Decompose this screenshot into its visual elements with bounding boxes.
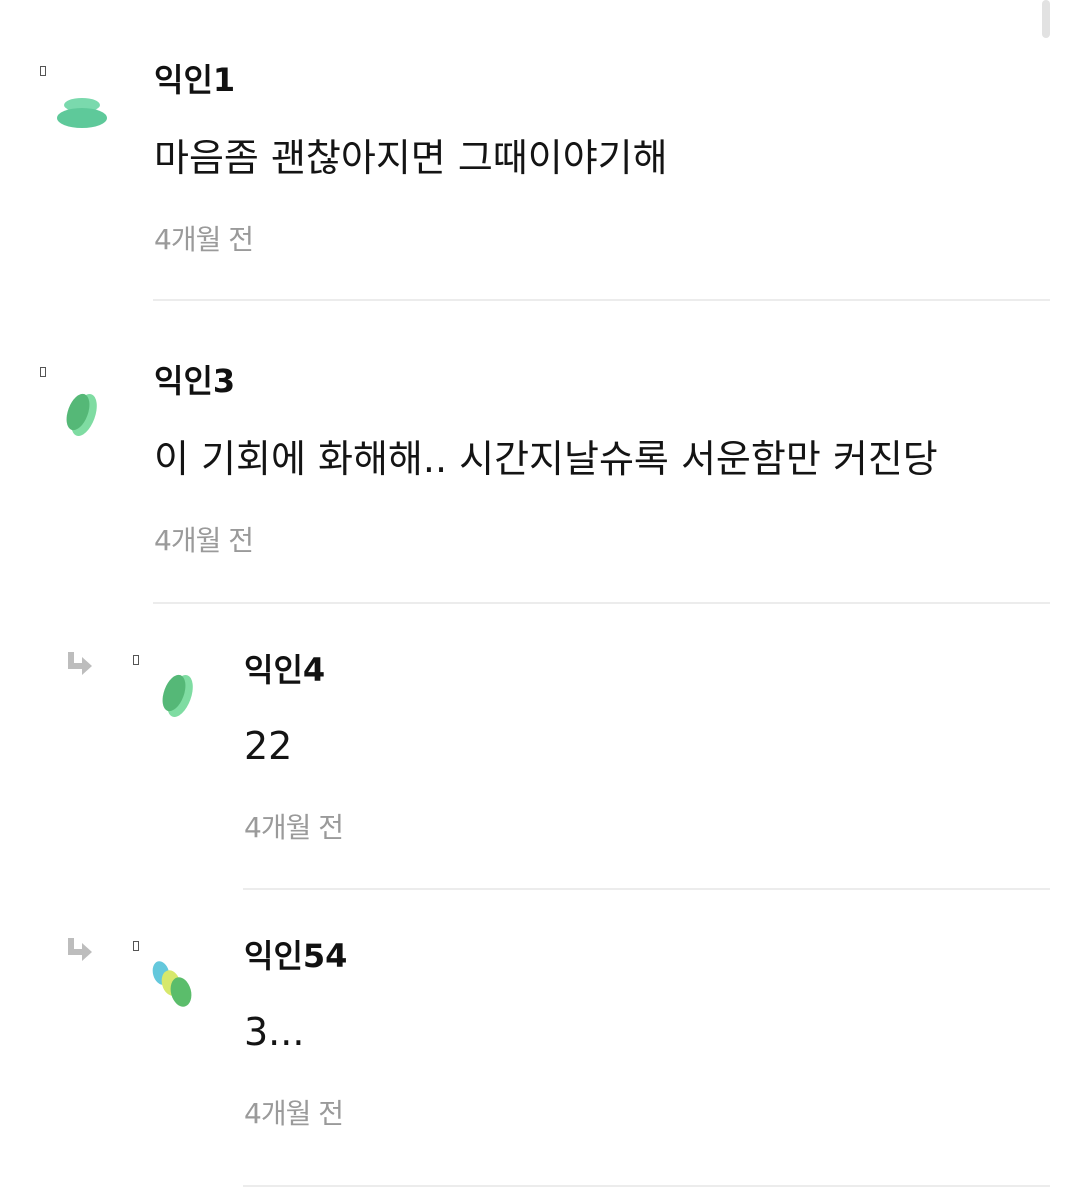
comment-author[interactable]: 익인3 xyxy=(154,363,235,399)
comment-item: 익인3 이 기회에 화해해.. 시간지날슈록 서운함만 커진당 4개월 전 xyxy=(0,301,1080,604)
more-options-icon[interactable] xyxy=(40,66,46,76)
tricolor-blob-icon xyxy=(152,961,192,1007)
reply-item: 익인4 22 4개월 전 xyxy=(0,604,1080,890)
comment-text: 3... xyxy=(244,1010,305,1054)
green-leaf-blob-icon xyxy=(162,674,193,718)
reply-arrow-icon xyxy=(68,652,92,675)
more-options-icon[interactable] xyxy=(133,941,139,951)
mint-stacked-blob-icon xyxy=(57,98,107,128)
comment-author[interactable]: 익인1 xyxy=(154,62,235,98)
comment-time: 4개월 전 xyxy=(154,223,254,256)
comment-author[interactable]: 익인54 xyxy=(244,938,347,974)
reply-arrow-icon xyxy=(68,938,92,961)
green-leaf-blob-icon xyxy=(66,393,97,437)
comment-time: 4개월 전 xyxy=(244,1097,344,1130)
comment-time: 4개월 전 xyxy=(154,524,254,557)
comment-text: 마음좀 괜찮아지면 그때이야기해 xyxy=(154,136,668,180)
comment-time: 4개월 전 xyxy=(244,811,344,844)
comment-item: 익인1 마음좀 괜찮아지면 그때이야기해 4개월 전 xyxy=(0,0,1080,301)
more-options-icon[interactable] xyxy=(40,367,46,377)
comment-author[interactable]: 익인4 xyxy=(244,652,325,688)
more-options-icon[interactable] xyxy=(133,655,139,665)
comment-text: 22 xyxy=(244,724,293,768)
comment-text: 이 기회에 화해해.. 시간지날슈록 서운함만 커진당 xyxy=(154,437,938,481)
reply-item: 익인54 3... 4개월 전 xyxy=(0,890,1080,1187)
